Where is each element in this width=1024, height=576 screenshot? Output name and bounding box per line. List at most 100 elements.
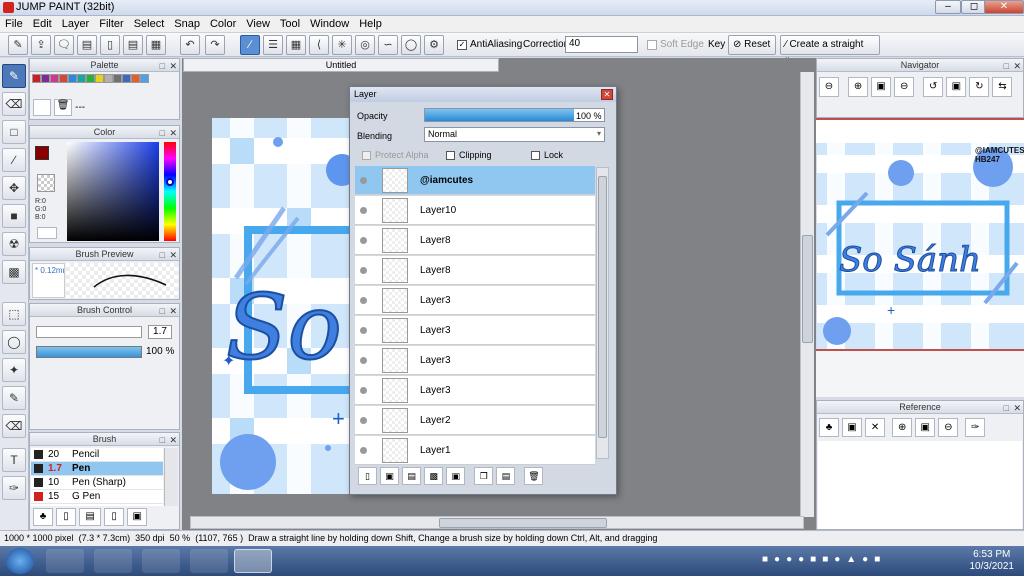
hue-slider[interactable] <box>164 142 176 241</box>
page-icon[interactable]: ▯ <box>100 35 120 55</box>
reference-zoom-in-icon[interactable]: ⊕ <box>892 418 913 437</box>
pin-icon[interactable]: □ <box>160 305 165 317</box>
palette-swatch[interactable] <box>77 74 86 83</box>
close-icon[interactable]: ✕ <box>169 249 177 261</box>
layer-visibility-icon[interactable] <box>360 447 367 454</box>
minimize-button[interactable]: – <box>935 0 961 14</box>
palette-swatch[interactable] <box>95 74 104 83</box>
new-raster-layer-icon[interactable]: ▣ <box>380 467 400 485</box>
palette-swatch[interactable] <box>86 74 95 83</box>
menu-edit[interactable]: Edit <box>28 16 57 32</box>
palette-swatch[interactable] <box>32 74 41 83</box>
brush-tree-icon[interactable]: ♣ <box>33 508 53 526</box>
menu-tool[interactable]: Tool <box>275 16 305 32</box>
layer-window-close-icon[interactable]: ✕ <box>601 89 613 100</box>
move-tool-icon[interactable]: ✥ <box>2 176 26 200</box>
eraser-tool-icon[interactable]: ⌫ <box>2 92 26 116</box>
media-player-icon[interactable] <box>46 549 84 573</box>
reference-zoom-out-icon[interactable]: ⊖ <box>938 418 959 437</box>
delete-palette-icon[interactable]: 🗑 <box>54 99 73 116</box>
perspective-icon[interactable]: ⟨ <box>309 35 329 55</box>
note-icon[interactable]: ▤ <box>77 35 97 55</box>
merge-layer-icon[interactable]: ▤ <box>496 467 516 485</box>
internet-explorer-icon[interactable] <box>94 549 132 573</box>
new-layer-icon[interactable]: ▯ <box>358 467 377 485</box>
brush-opacity-slider[interactable] <box>36 346 142 358</box>
copy-layer-icon[interactable]: ❐ <box>474 467 494 485</box>
palette-swatch[interactable] <box>131 74 140 83</box>
palette-swatch[interactable] <box>140 74 149 83</box>
reference-tree-icon[interactable]: ♣ <box>819 418 839 437</box>
reference-fit-icon[interactable]: ▣ <box>915 418 936 437</box>
parallel-lines-icon[interactable]: ☰ <box>263 35 283 55</box>
reference-view[interactable] <box>818 441 1022 529</box>
flip-icon[interactable]: ⇆ <box>992 77 1013 97</box>
text-tool-icon[interactable]: T <box>2 448 26 472</box>
brush-menu-icon[interactable]: ▤ <box>79 508 102 526</box>
pin-icon[interactable]: □ <box>160 60 165 72</box>
drawing-canvas[interactable]: So ✦ + <box>212 118 352 494</box>
palette-swatch[interactable] <box>113 74 122 83</box>
foreground-color-swatch[interactable] <box>35 146 49 160</box>
close-icon[interactable]: ✕ <box>1013 60 1021 72</box>
palette-swatch[interactable] <box>104 74 113 83</box>
layer-window-titlebar[interactable]: Layer ✕ <box>350 87 616 102</box>
palette-swatch[interactable] <box>59 74 68 83</box>
close-icon[interactable]: ✕ <box>169 60 177 72</box>
brush-tool-icon[interactable]: ✎ <box>2 64 26 88</box>
menu-help[interactable]: Help <box>354 16 387 32</box>
fit-screen-icon[interactable]: ▣ <box>871 77 892 97</box>
select-pen-tool-icon[interactable]: ✎ <box>2 386 26 410</box>
app-launcher-icon[interactable] <box>190 549 228 573</box>
horizontal-scroll-thumb[interactable] <box>439 518 607 528</box>
close-reference-icon[interactable]: ✕ <box>865 418 886 437</box>
soft-edge-checkbox[interactable] <box>647 40 657 50</box>
gradient-tool-icon[interactable]: ▩ <box>2 260 26 284</box>
brush-list-scrollbar[interactable] <box>164 448 178 506</box>
lasso-tool-icon[interactable]: ◯ <box>2 330 26 354</box>
grid-panel-icon[interactable]: ▦ <box>146 35 166 55</box>
layer-row[interactable]: Layer3 <box>355 316 595 345</box>
zoom-out-icon[interactable]: ⊖ <box>819 77 839 97</box>
layer-row[interactable]: Layer2 <box>355 406 595 435</box>
antialiasing-checkbox[interactable]: ✓ <box>457 40 467 50</box>
brush-list-item[interactable]: 1.7 Pen <box>31 462 163 476</box>
layer-row[interactable]: Layer3 <box>355 346 595 375</box>
hue-slider-handle[interactable] <box>166 178 174 186</box>
layer-visibility-icon[interactable] <box>360 327 367 334</box>
close-icon[interactable]: ✕ <box>1013 402 1021 414</box>
pin-icon[interactable]: □ <box>1004 60 1009 72</box>
brush-list-item[interactable]: 20 Pencil <box>31 448 163 462</box>
clipping-checkbox[interactable] <box>446 151 455 160</box>
brush-size-value[interactable]: 1.7 <box>148 325 172 339</box>
brush-list-item[interactable]: 10 Pen (Sharp) <box>31 476 163 490</box>
close-icon[interactable]: ✕ <box>169 305 177 317</box>
transparent-color-swatch[interactable] <box>37 174 55 192</box>
pin-icon[interactable]: □ <box>160 434 165 446</box>
layer-row[interactable]: Layer3 <box>355 286 595 315</box>
color-sv-square[interactable] <box>67 142 159 241</box>
create-straight-line-button[interactable]: ∕ Create a straight line <box>780 35 880 68</box>
correction-input[interactable]: 40 <box>565 36 638 53</box>
radial-icon[interactable]: ✳ <box>332 35 352 55</box>
pin-icon[interactable]: □ <box>1004 402 1009 414</box>
palette-swatch[interactable] <box>122 74 131 83</box>
settings-gear-icon[interactable]: ⚙ <box>424 35 444 55</box>
layer-row[interactable]: Layer10 <box>355 196 595 225</box>
bucket-tool-icon[interactable]: ☢ <box>2 232 26 256</box>
export-icon[interactable]: ⇪ <box>31 35 51 55</box>
layer-row[interactable]: Layer3 <box>355 376 595 405</box>
select-eraser-tool-icon[interactable]: ⌫ <box>2 414 26 438</box>
clock[interactable]: 6:53 PM 10/3/2021 <box>970 549 1015 573</box>
reset-rotation-icon[interactable]: ▣ <box>946 77 967 97</box>
undo-icon[interactable]: ↶ <box>180 35 200 55</box>
brush-settings-icon[interactable]: ✎ <box>8 35 28 55</box>
jump-paint-taskbar-icon[interactable] <box>234 549 272 573</box>
zoom-minus-icon[interactable]: ⊖ <box>894 77 915 97</box>
document-icon[interactable]: ▤ <box>123 35 143 55</box>
new-brush-icon[interactable]: ▯ <box>56 508 77 526</box>
layer-scroll-thumb[interactable] <box>598 176 607 438</box>
menu-file[interactable]: File <box>0 16 28 32</box>
navigator-preview[interactable]: So Sánh @IAMCUTES HB247 + <box>817 143 1024 349</box>
close-button[interactable]: ✕ <box>984 0 1024 14</box>
